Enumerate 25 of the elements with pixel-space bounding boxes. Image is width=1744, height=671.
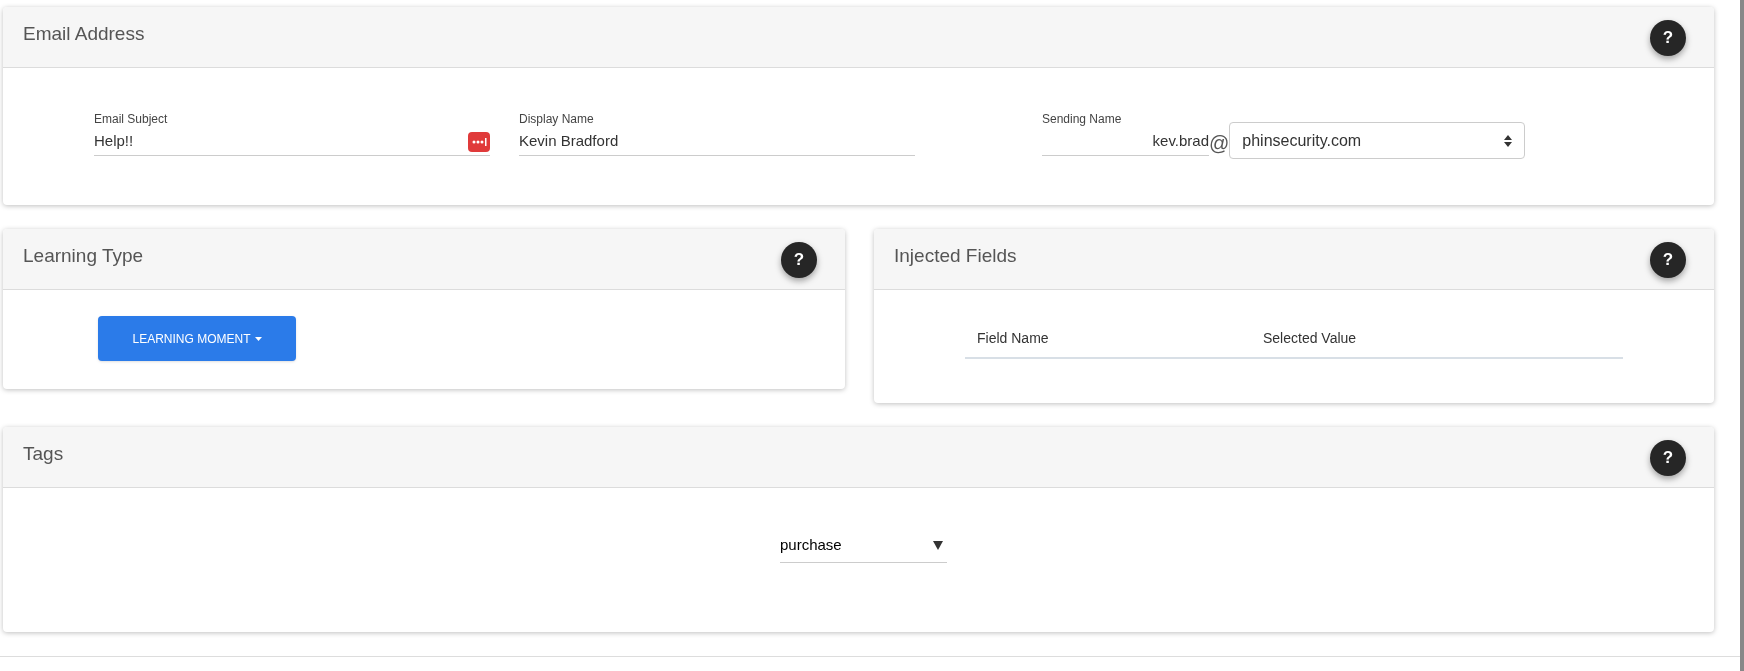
column-header: Selected Value	[1263, 329, 1357, 348]
field-label: Sending Name	[1042, 111, 1123, 128]
display-name-field[interactable]: Kevin Bradford	[519, 128, 915, 156]
help-button[interactable]: ?	[781, 242, 817, 278]
help-button[interactable]: ?	[1650, 440, 1686, 476]
field-label: Display Name	[519, 111, 595, 128]
at-sign: @	[1209, 131, 1230, 156]
password-manager-icon[interactable]	[468, 131, 490, 152]
card-title: Learning Type	[23, 244, 144, 268]
caret-icon	[254, 336, 262, 341]
dropdown-arrow-icon	[933, 540, 943, 550]
subject-field[interactable]: Help!!	[94, 128, 490, 156]
sort-arrows-icon	[1504, 134, 1513, 147]
column-header: Field Name	[976, 329, 1050, 348]
domain-select[interactable]: phinsecurity.com	[1229, 122, 1526, 159]
help-button[interactable]: ?	[1650, 20, 1686, 56]
card-title: Injected Fields	[894, 244, 1017, 268]
field-value: Help!!	[94, 131, 134, 152]
sending-name-field[interactable]: kev.brad	[1042, 128, 1209, 156]
help-button[interactable]: ?	[1650, 242, 1686, 278]
learning-type-dropdown[interactable]: LEARNING MOMENT	[98, 316, 296, 361]
field-label: Email Subject	[94, 111, 169, 128]
card-title: Tags	[23, 442, 64, 466]
tag-select[interactable]: purchase	[780, 528, 947, 563]
card-title: Email Address	[23, 22, 145, 46]
